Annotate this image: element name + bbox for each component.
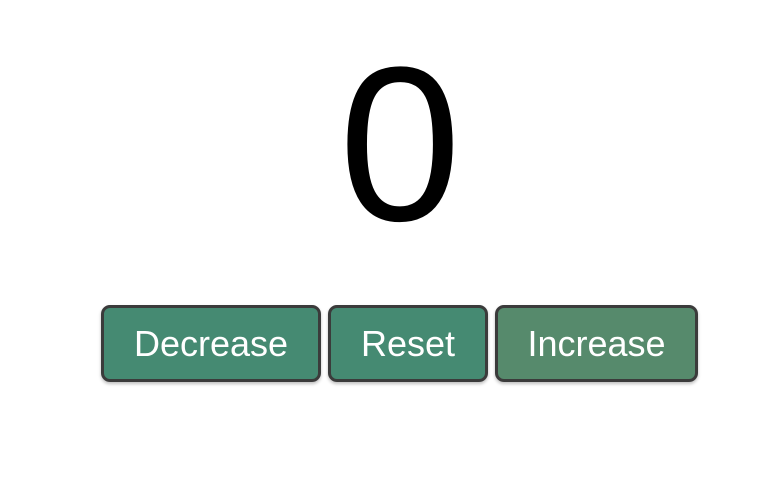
reset-button[interactable]: Reset [328,305,488,382]
counter-value: 0 [338,21,462,267]
decrease-button[interactable]: Decrease [101,305,321,382]
increase-button[interactable]: Increase [495,305,698,382]
button-row: Decrease Reset Increase [101,305,698,382]
